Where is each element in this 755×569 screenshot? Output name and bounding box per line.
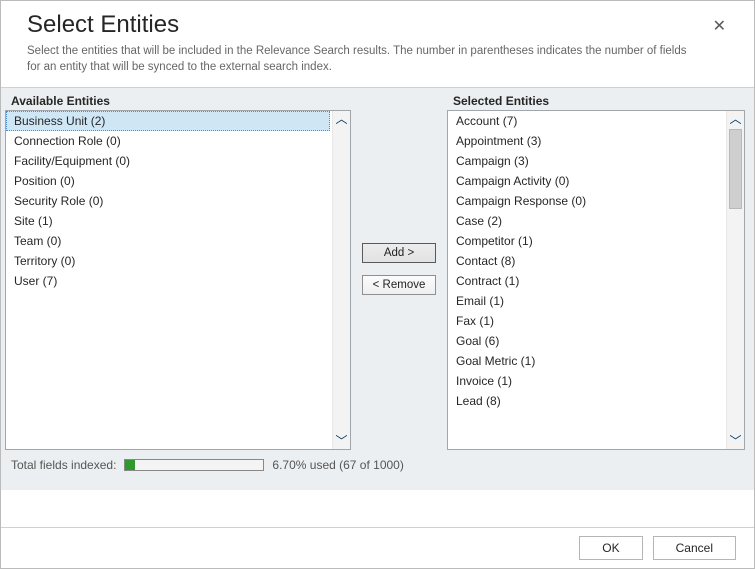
selected-item[interactable]: Email (1) [448,291,724,311]
progress-bar [124,459,264,471]
selected-item[interactable]: Appointment (3) [448,131,724,151]
available-item[interactable]: Territory (0) [6,251,330,271]
remove-button[interactable]: < Remove [362,275,437,295]
selected-scrollbar[interactable]: ︿ ﹀ [726,111,744,449]
available-item[interactable]: Connection Role (0) [6,131,330,151]
available-scrollbar[interactable]: ︿ ﹀ [332,111,350,449]
selected-item[interactable]: Competitor (1) [448,231,724,251]
status-label: Total fields indexed: [11,458,116,472]
scroll-up-icon[interactable]: ︿ [335,111,347,127]
selected-item[interactable]: Goal Metric (1) [448,351,724,371]
status-row: Total fields indexed: 6.70% used (67 of … [1,450,754,490]
scroll-thumb[interactable] [729,129,742,209]
selected-pane: Selected Entities Account (7)Appointment… [447,88,745,450]
dialog-footer: OK Cancel [1,527,754,568]
scroll-down-icon[interactable]: ﹀ [729,433,741,449]
dialog-body: Available Entities Business Unit (2)Conn… [1,88,754,490]
scroll-down-icon[interactable]: ﹀ [335,433,347,449]
available-item[interactable]: Site (1) [6,211,330,231]
available-item[interactable]: Business Unit (2) [6,111,330,131]
selected-heading: Selected Entities [447,88,745,110]
status-text: 6.70% used (67 of 1000) [272,458,403,472]
transfer-buttons: Add > < Remove [351,88,447,450]
dialog-header: Select Entities Select the entities that… [1,1,754,88]
selected-item[interactable]: Case (2) [448,211,724,231]
selected-item[interactable]: Invoice (1) [448,371,724,391]
selected-item[interactable]: Account (7) [448,111,724,131]
selected-item[interactable]: Campaign Activity (0) [448,171,724,191]
available-listbox[interactable]: Business Unit (2)Connection Role (0)Faci… [5,110,351,450]
add-button[interactable]: Add > [362,243,436,263]
selected-item[interactable]: Lead (8) [448,391,724,411]
selected-item[interactable]: Fax (1) [448,311,724,331]
cancel-button[interactable]: Cancel [653,536,736,560]
available-item[interactable]: Team (0) [6,231,330,251]
selected-item[interactable]: Contract (1) [448,271,724,291]
scroll-up-icon[interactable]: ︿ [729,111,741,127]
ok-button[interactable]: OK [579,536,642,560]
close-icon[interactable]: ✕ [713,19,726,35]
selected-item[interactable]: Goal (6) [448,331,724,351]
available-item[interactable]: Position (0) [6,171,330,191]
selected-item[interactable]: Campaign (3) [448,151,724,171]
available-item[interactable]: Facility/Equipment (0) [6,151,330,171]
dialog-subtitle: Select the entities that will be include… [27,43,697,75]
available-pane: Available Entities Business Unit (2)Conn… [1,88,351,450]
selected-item[interactable]: Contact (8) [448,251,724,271]
dialog-title: Select Entities [27,11,728,39]
available-item[interactable]: User (7) [6,271,330,291]
available-heading: Available Entities [5,88,351,110]
selected-listbox[interactable]: Account (7)Appointment (3)Campaign (3)Ca… [447,110,745,450]
selected-item[interactable]: Campaign Response (0) [448,191,724,211]
progress-fill [125,460,134,470]
available-item[interactable]: Security Role (0) [6,191,330,211]
